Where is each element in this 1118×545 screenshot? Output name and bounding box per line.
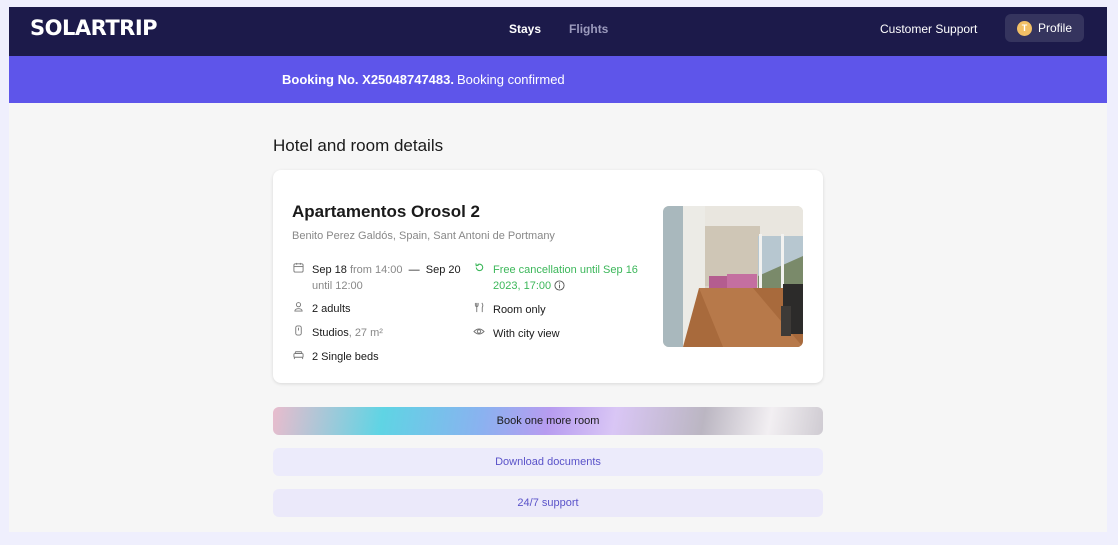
nav-tab-flights[interactable]: Flights [569,22,608,36]
download-documents-button[interactable]: Download documents [273,448,823,476]
hotel-name: Apartamentos Orosol 2 [292,202,480,221]
person-icon [292,301,304,317]
support-button[interactable]: 24/7 support [273,489,823,517]
room-type-text: Studios [312,327,349,339]
customer-support-link[interactable]: Customer Support [880,22,977,36]
calendar-icon [292,262,304,294]
beds: 2 Single beds [292,349,379,365]
booking-confirmed-banner: Booking No. X25048747483. Booking confir… [9,56,1107,103]
profile-button[interactable]: T Profile [1005,14,1084,42]
profile-label: Profile [1038,21,1073,35]
date-separator: — [408,264,420,276]
nav-tab-stays[interactable]: Stays [509,22,541,36]
room-view: With city view [473,326,560,342]
room-type: Studios, 27 m² [292,325,383,341]
main-nav: Stays Flights [509,22,608,36]
meal-plan: Room only [473,302,546,318]
solartrip-logo[interactable]: SOLARTRIP [30,16,158,40]
section-title: Hotel and room details [273,136,444,155]
info-icon[interactable] [554,280,565,296]
avatar-icon: T [1017,20,1032,36]
refresh-icon [473,262,485,296]
checkin-time: from 14:00 [349,264,403,276]
room-view-text: With city view [493,328,560,340]
top-nav-bar: SOLARTRIP Stays Flights Customer Support… [9,7,1107,56]
cancellation-policy: Free cancellation until Sep 16 2023, 17:… [473,262,638,296]
eye-icon [473,326,485,342]
meal-plan-text: Room only [493,304,546,316]
checkin-date: Sep 18 [312,264,347,276]
booking-status: Booking confirmed [456,72,565,87]
guests: 2 adults [292,301,351,317]
stay-dates: Sep 18 from 14:00 — Sep 20 until 12:00 [292,262,462,294]
hotel-photo[interactable] [663,206,803,347]
fork-knife-icon [473,302,485,318]
cancellation-text: Free cancellation until Sep 16 2023, 17:… [493,264,638,292]
checkout-date: Sep 20 [425,264,461,276]
door-icon [292,325,304,341]
checkout-time: until 12:00 [312,280,363,292]
guests-text: 2 adults [312,303,351,315]
room-size: , 27 m² [348,327,383,339]
beds-text: 2 Single beds [312,351,379,363]
book-one-more-room-button[interactable]: Book one more room [273,407,823,435]
main-content: Hotel and room details Apartamentos Oros… [273,136,823,517]
hotel-details-card: Apartamentos Orosol 2 Benito Perez Galdó… [273,170,823,383]
hotel-address: Benito Perez Galdós, Spain, Sant Antoni … [292,230,555,242]
bed-icon [292,349,304,365]
booking-number: Booking No. X25048747483. [282,72,454,87]
